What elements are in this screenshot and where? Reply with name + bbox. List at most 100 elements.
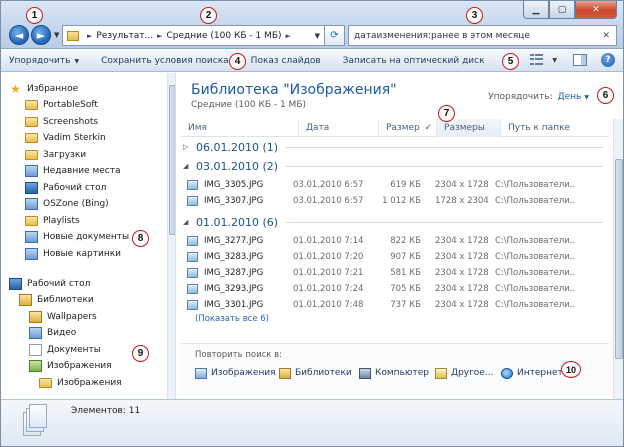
refresh-button[interactable]: ⟳ (325, 25, 345, 46)
search-again-libraries[interactable]: Библиотеки (279, 366, 352, 380)
minimize-button[interactable]: ▁ (523, 1, 549, 19)
help-icon[interactable]: ? (601, 53, 615, 67)
arrange-value-button[interactable]: День (558, 92, 582, 102)
content-scrollbar[interactable] (613, 119, 623, 399)
nav-item-favorite[interactable]: Новые картинки (25, 246, 121, 261)
burn-disc-button[interactable]: Записать на оптический диск (335, 56, 493, 66)
nav-item-favorite[interactable]: OSZone (Bing) (25, 197, 109, 212)
jpeg-file-icon (187, 235, 198, 246)
column-size[interactable]: Размер ✓ (379, 119, 437, 137)
nav-scrollbar[interactable] (167, 73, 175, 399)
window-controls: ▁ ▢ ✕ (523, 1, 617, 19)
search-again-pictures[interactable]: Изображения (195, 366, 276, 380)
jpeg-file-icon (187, 299, 198, 310)
nav-item-label: Документы (47, 344, 101, 355)
maximize-button[interactable]: ▢ (549, 1, 575, 19)
callout-marker: 6 (597, 87, 614, 104)
file-name: IMG_3283.JPG (204, 251, 264, 262)
file-folder-path: C:\Пользователи... (495, 179, 575, 190)
nav-item-favorite[interactable]: Vadim Sterkin (25, 131, 106, 146)
column-name[interactable]: Имя (181, 119, 299, 137)
nav-item-label: Избранное (27, 83, 79, 94)
nav-item-favorite[interactable]: Новые документы (25, 230, 129, 245)
file-row[interactable]: IMG_3283.JPG 01.01.2010 7:20 907 КБ 2304 x … (187, 249, 607, 264)
nav-item-tree[interactable]: Wallpapers (29, 309, 97, 324)
nav-item-tree[interactable]: Документы (29, 342, 101, 357)
nav-item-tree[interactable]: Библиотеки (19, 293, 94, 308)
column-folder-path[interactable]: Путь к папке (501, 119, 609, 137)
nav-item-label: Playlists (43, 215, 80, 226)
file-dimensions: 2304 x 1728 (435, 179, 489, 190)
search-again-internet[interactable]: Интернет (501, 366, 563, 380)
nav-item-label: Рабочий стол (27, 278, 91, 289)
column-header: Имя Дата Размер ✓ Размеры Путь к папке (181, 119, 609, 137)
file-row[interactable]: IMG_3287.JPG 01.01.2010 7:21 581 КБ 2304 x … (187, 265, 607, 280)
breadcrumb-separator-icon[interactable]: ► (286, 32, 291, 40)
organize-menu-button[interactable]: Упорядочить ▼ (1, 56, 87, 66)
file-name: IMG_3293.JPG (204, 283, 264, 294)
expand-triangle-icon[interactable]: ▷ (183, 143, 191, 151)
nav-item-tree[interactable]: Рабочий стол (9, 276, 90, 291)
collapse-triangle-icon[interactable]: ◢ (183, 162, 191, 170)
callout-marker: 3 (466, 7, 483, 24)
recent-places-icon (25, 165, 38, 177)
chevron-down-icon[interactable]: ▼ (584, 94, 589, 101)
desktop-icon (25, 181, 38, 194)
close-button[interactable]: ✕ (575, 1, 617, 19)
group-header[interactable]: ◢ 03.01.2010 (2) (183, 158, 603, 174)
slideshow-button[interactable]: Показ слайдов (243, 56, 329, 66)
file-row[interactable]: IMG_3293.JPG 01.01.2010 7:24 705 КБ 2304 x … (187, 281, 607, 296)
preview-pane-icon[interactable] (573, 54, 587, 66)
file-dimensions: 2304 x 1728 (435, 283, 489, 294)
group-label: 06.01.2010 (1) (196, 140, 279, 154)
change-view-icon[interactable] (530, 54, 544, 66)
search-again-computer[interactable]: Компьютер (359, 366, 429, 380)
show-all-link[interactable]: (Показать все 6) (195, 314, 269, 324)
address-bar[interactable]: ► Результат... ► Средние (100 КБ - 1 МБ)… (62, 25, 325, 46)
file-row[interactable]: IMG_3307.JPG 03.01.2010 6:57 1 012 КБ 1728 … (187, 193, 607, 208)
address-history-dropdown[interactable]: ▼ (315, 32, 320, 40)
folder-icon (25, 215, 38, 226)
nav-scroll-thumb[interactable] (169, 85, 175, 235)
chevron-down-icon: ▼ (74, 57, 80, 65)
file-dimensions: 2304 x 1728 (435, 235, 489, 246)
column-date[interactable]: Дата (299, 119, 379, 137)
file-name: IMG_3287.JPG (204, 267, 264, 278)
group-header[interactable]: ◢ 01.01.2010 (6) (183, 214, 603, 230)
file-name: IMG_3277.JPG (204, 235, 264, 246)
explorer-window: ▁ ▢ ✕ ◄ ► ▼ ► Результат... ► Средние (10… (0, 0, 624, 447)
search-again-bar: Повторить поиск в: Изображения Библиотеки… (181, 343, 609, 395)
nav-item-tree[interactable]: Видео (29, 326, 76, 341)
clear-search-icon[interactable]: ✕ (602, 31, 610, 41)
stacked-files-icon (23, 404, 47, 438)
search-input[interactable]: датаизменения:ранее в этом месяце ✕ (348, 25, 617, 46)
collapse-triangle-icon[interactable]: ◢ (183, 218, 191, 226)
nav-item-favorite[interactable]: Рабочий стол (25, 180, 106, 195)
content-scroll-thumb[interactable] (615, 159, 623, 359)
file-dimensions: 1728 x 2304 (435, 195, 489, 206)
back-button[interactable]: ◄ (9, 25, 29, 45)
nav-item-favorite[interactable]: Загрузки (25, 147, 86, 162)
breadcrumb-separator-icon[interactable]: ► (157, 32, 162, 40)
nav-item-tree[interactable]: Изображения (39, 375, 122, 390)
recent-pages-dropdown[interactable]: ▼ (54, 31, 59, 39)
callout-marker: 2 (200, 7, 217, 24)
file-row[interactable]: IMG_3305.JPG 03.01.2010 6:57 619 КБ 2304 x … (187, 177, 607, 192)
nav-item-tree[interactable]: Изображения (29, 359, 112, 374)
forward-button[interactable]: ► (31, 25, 51, 45)
nav-item-favorite[interactable]: PortableSoft (25, 98, 98, 113)
file-row[interactable]: IMG_3301.JPG 01.01.2010 7:48 737 КБ 2304 x … (187, 297, 607, 312)
breadcrumb-size-filter[interactable]: Средние (100 КБ - 1 МБ) (167, 31, 282, 41)
file-row[interactable]: IMG_3277.JPG 01.01.2010 7:14 822 КБ 2304 x … (187, 233, 607, 248)
breadcrumb-results[interactable]: Результат... (96, 31, 153, 41)
nav-item-favorite[interactable]: Playlists (25, 213, 80, 228)
group-header[interactable]: ▷ 06.01.2010 (1) (183, 139, 603, 155)
nav-item-favorite[interactable]: Screenshots (25, 114, 98, 129)
nav-item-favorite[interactable]: Недавние места (25, 164, 121, 179)
view-dropdown-icon[interactable]: ▼ (552, 57, 557, 64)
breadcrumb-separator-icon[interactable]: ► (87, 32, 92, 40)
favorites-header[interactable]: ★ Избранное (9, 81, 78, 96)
navigation-pane: ★ Избранное PortableSoft Screenshots Vadim S… (1, 73, 176, 399)
save-search-button[interactable]: Сохранить условия поиска (93, 56, 237, 66)
search-again-custom-location[interactable]: Другое... (435, 366, 493, 380)
